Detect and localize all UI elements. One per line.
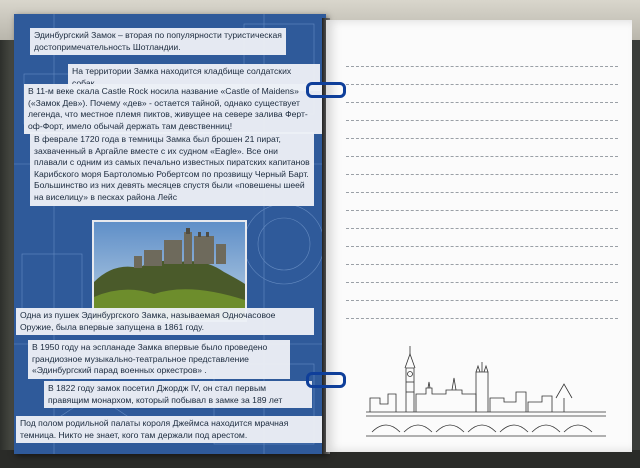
writing-line	[346, 210, 618, 211]
note-one-oclock-gun: Одна из пушек Эдинбургского Замка, назыв…	[16, 308, 314, 336]
note-castle-popularity: Эдинбургский Замок – вторая по популярно…	[30, 28, 286, 56]
note-military-tattoo: В 1950 году на эспланаде Замка впервые б…	[28, 340, 290, 379]
left-page: Эдинбургский Замок – вторая по популярно…	[14, 14, 326, 454]
writing-line	[346, 318, 618, 319]
writing-line	[346, 246, 618, 247]
writing-line	[346, 264, 618, 265]
binder-ring-top	[306, 82, 346, 98]
writing-line	[346, 282, 618, 283]
writing-line	[346, 228, 618, 229]
writing-line	[346, 300, 618, 301]
london-skyline-sketch	[366, 346, 606, 437]
right-page	[326, 20, 632, 452]
writing-line	[346, 174, 618, 175]
edinburgh-castle-photo	[92, 220, 247, 322]
binder-ring-bottom	[306, 372, 346, 388]
writing-line	[346, 102, 618, 103]
note-dungeon: Под полом родильной палаты короля Джеймс…	[16, 416, 322, 444]
writing-line	[346, 84, 618, 85]
writing-line	[346, 120, 618, 121]
note-george-iv: В 1822 году замок посетил Джордж IV, он …	[44, 381, 312, 409]
note-castle-of-maidens: В 11-м веке скала Castle Rock носила наз…	[24, 84, 322, 135]
note-pirates-1720: В феврале 1720 года в темницы Замка был …	[30, 132, 314, 206]
writing-line	[346, 66, 618, 67]
writing-line	[346, 138, 618, 139]
writing-line	[346, 156, 618, 157]
writing-line	[346, 192, 618, 193]
